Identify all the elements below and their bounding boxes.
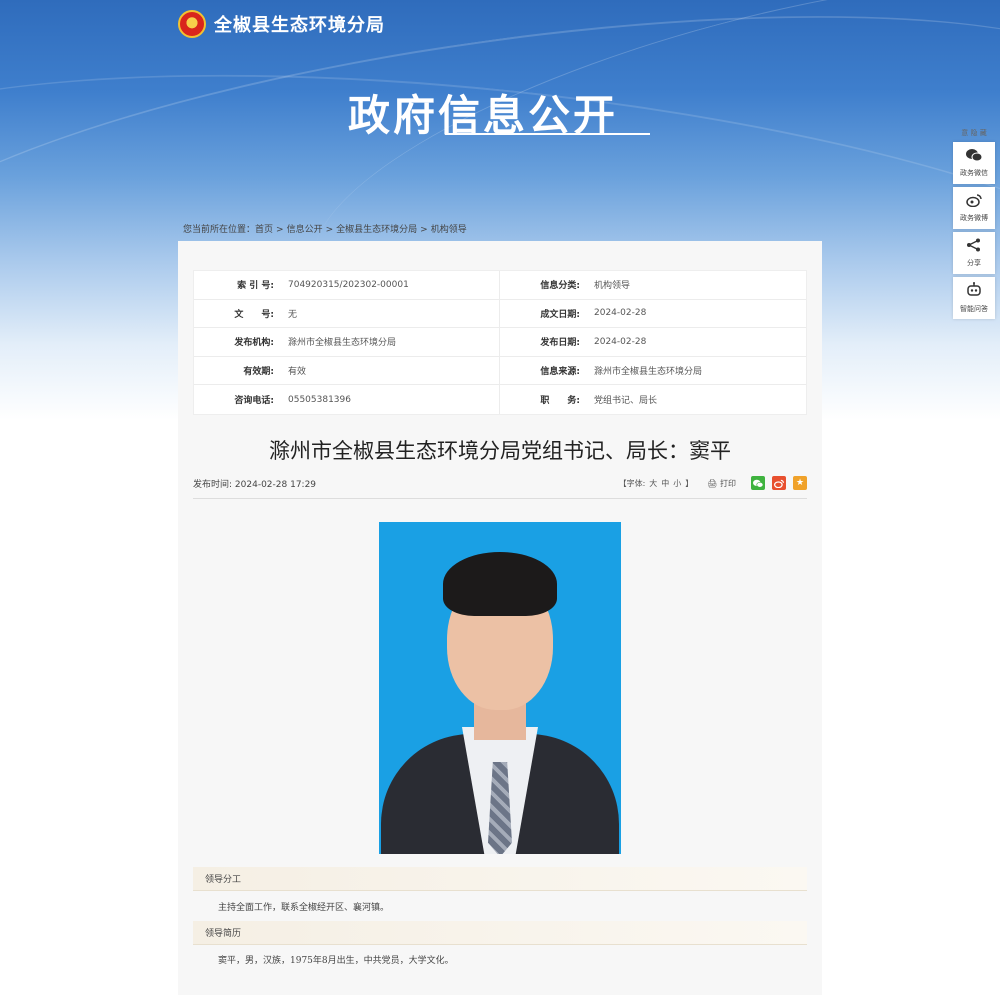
phone-label: 咨询电话: [234,396,274,407]
index-number-label: 索 引 号: [237,281,274,292]
document-number-value: 无 [288,309,298,320]
print-label: 打印 [720,478,736,488]
title-divider [193,498,807,499]
breadcrumb-home[interactable]: 首页 [255,225,273,235]
publishing-agency-value: 滁州市全椒县生态环境分局 [288,338,397,349]
section-heading-duties: 领导分工 [193,867,807,891]
share-button[interactable]: 分享 [953,232,995,274]
side-toolbar: 意 隐 藏 政务微信 政务微博 分享 智能问答 [953,128,995,322]
section-heading-resume: 领导简历 [193,921,807,945]
font-size-small[interactable]: 小 [673,479,681,488]
publish-time: 发布时间: 2024-02-28 17:29 [193,477,316,490]
publish-date-value: 2024-02-28 [594,336,647,347]
written-date-label: 成文日期: [540,309,580,320]
breadcrumb-separator: > [420,225,428,235]
robot-icon [965,282,983,302]
smart-qa-button[interactable]: 智能问答 [953,277,995,319]
position-label: 职 务: [540,396,580,407]
side-toolbar-hide-label[interactable]: 意 隐 藏 [953,128,995,142]
site-name: 全椒县生态环境分局 [214,15,385,36]
official-portrait-photo [379,522,621,854]
metadata-row: 咨询电话: 05505381396 职 务: 党组书记、局长 [194,385,806,414]
metadata-table: 索 引 号: 704920315/202302-00001 信息分类: 机构领导 文… [193,270,807,415]
section-body-duties: 主持全面工作，联系全椒经开区、襄河镇。 [218,903,390,913]
national-emblem-icon [178,10,206,38]
wechat-icon [966,148,983,166]
breadcrumb: 您当前所在位置：首页 > 信息公开 > 全椒县生态环境分局 > 机构领导 [183,222,467,235]
share-icon [966,238,982,256]
document-number-label: 文 号: [234,309,274,320]
info-source-label: 信息来源: [540,367,580,378]
weibo-label: 政务微博 [960,214,988,222]
wechat-label: 政务微信 [960,169,988,177]
info-category-label: 信息分类: [540,281,580,292]
metadata-row: 发布机构: 滁州市全椒县生态环境分局 发布日期: 2024-02-28 [194,328,806,357]
content-panel: 索 引 号: 704920315/202302-00001 信息分类: 机构领导 文… [178,241,822,995]
article-tools: 【字体: 大中小】 🖨 打印 ★ [617,476,807,490]
publish-info-bar: 发布时间: 2024-02-28 17:29 【字体: 大中小】 🖨 打印 ★ [193,472,807,494]
breadcrumb-info-public[interactable]: 信息公开 [287,225,323,235]
validity-label: 有效期: [243,367,274,378]
banner-title-underline [445,133,650,135]
share-label: 分享 [967,259,981,267]
wechat-share-icon[interactable] [751,476,765,490]
section-body-resume: 窦平，男，汉族，1975年8月出生，中共党员，大学文化。 [218,956,454,966]
index-number-value: 704920315/202302-00001 [288,279,409,290]
weibo-button[interactable]: 政务微博 [953,187,995,229]
portrait-hair [443,552,557,616]
font-size-medium[interactable]: 中 [661,479,669,488]
phone-value: 05505381396 [288,394,351,405]
metadata-row: 索 引 号: 704920315/202302-00001 信息分类: 机构领导 [194,271,806,300]
smart-qa-label: 智能问答 [960,305,988,313]
font-size-suffix: 】 [685,478,694,488]
publish-time-label: 发布时间: [193,479,233,490]
breadcrumb-prefix: 您当前所在位置： [183,225,256,235]
position-value: 党组书记、局长 [594,396,658,407]
print-button[interactable]: 🖨 打印 [707,478,736,489]
validity-value: 有效 [288,367,307,378]
breadcrumb-separator: > [325,225,334,235]
written-date-value: 2024-02-28 [594,308,647,319]
breadcrumb-separator: > [276,225,284,235]
favorite-star-icon[interactable]: ★ [793,476,807,490]
publishing-agency-label: 发布机构: [234,338,274,349]
article-title: 滁州市全椒县生态环境分局党组书记、局长：窦平 [269,439,731,463]
printer-icon: 🖨 [707,478,718,488]
info-category-value: 机构领导 [594,281,631,292]
wechat-button[interactable]: 政务微信 [953,142,995,184]
breadcrumb-leadership[interactable]: 机构领导 [431,225,467,235]
site-logo[interactable]: 全椒县生态环境分局 [178,10,385,38]
weibo-share-icon[interactable] [772,476,786,490]
font-size-switcher: 【字体: 大中小】 [617,478,696,489]
metadata-row: 有效期: 有效 信息来源: 滁州市全椒县生态环境分局 [194,356,806,386]
font-size-prefix: 【字体: [618,478,646,488]
breadcrumb-bureau[interactable]: 全椒县生态环境分局 [336,225,417,235]
info-source-value: 滁州市全椒县生态环境分局 [594,367,703,378]
publish-date-label: 发布日期: [540,338,580,349]
metadata-row: 文 号: 无 成文日期: 2024-02-28 [194,299,806,329]
weibo-icon [966,193,982,211]
font-size-large[interactable]: 大 [649,479,657,488]
publish-time-value: 2024-02-28 17:29 [234,479,317,490]
